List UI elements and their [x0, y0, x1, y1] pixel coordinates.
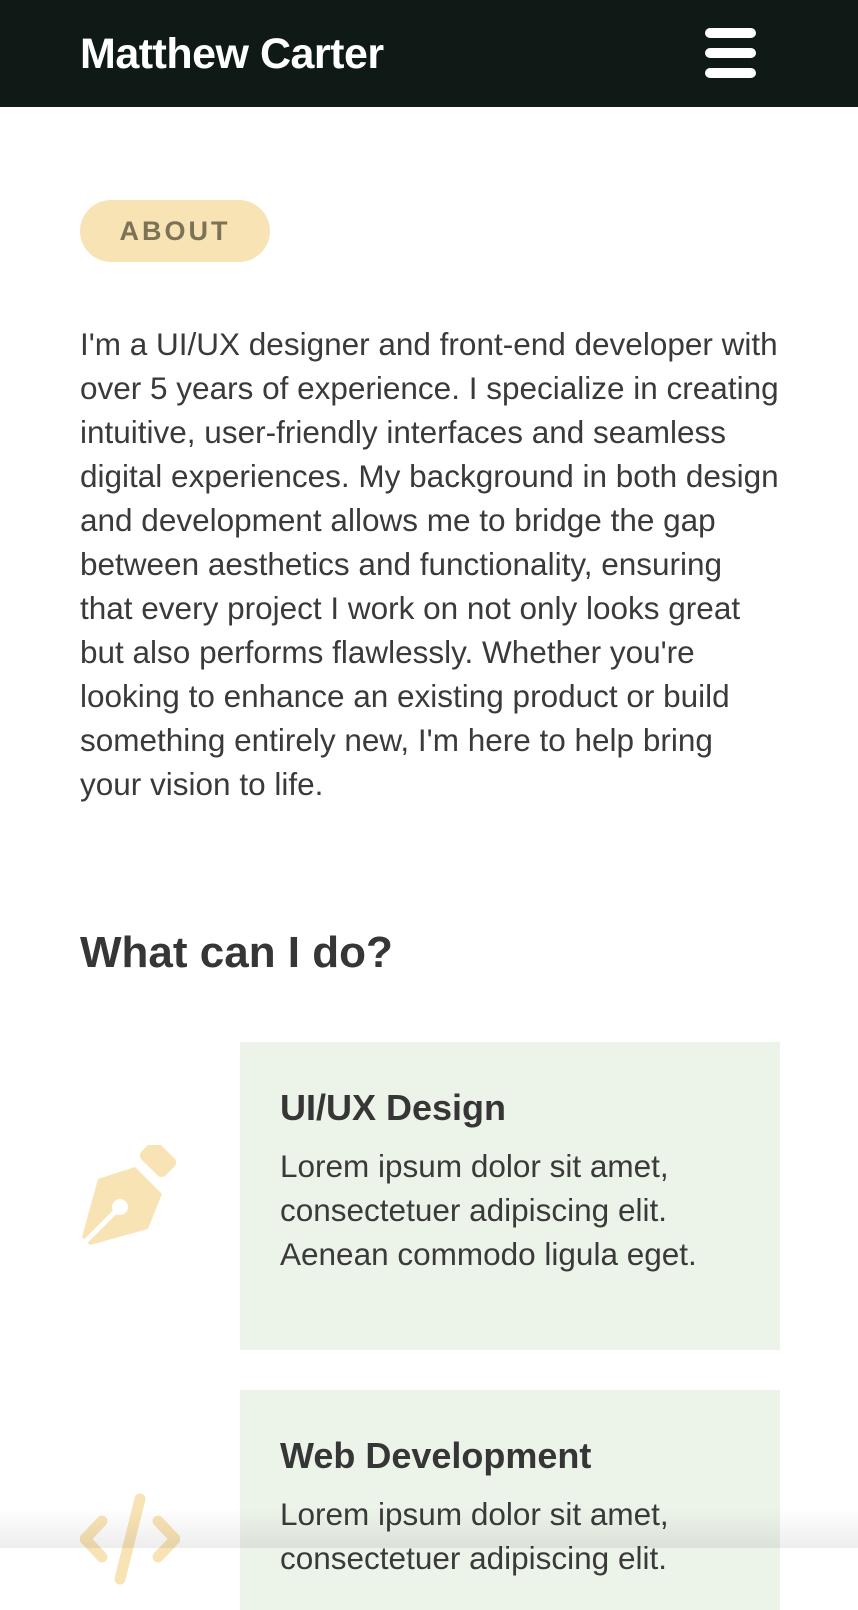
menu-bar — [705, 28, 756, 38]
service-title: UI/UX Design — [280, 1087, 507, 1128]
site-brand[interactable]: Matthew Carter — [80, 29, 384, 79]
service-card-uiux: UI/UX Design Lorem ipsum dolor sit amet,… — [240, 1042, 780, 1350]
services-title: What can I do? — [80, 928, 393, 977]
code-icon — [79, 1493, 181, 1593]
service-description: Lorem ipsum dolor sit amet, consectetuer… — [280, 1496, 669, 1576]
about-text: I'm a UI/UX designer and front-end devel… — [80, 326, 779, 802]
pen-nib-icon — [80, 1140, 180, 1245]
menu-bar — [705, 68, 756, 78]
hamburger-menu-icon[interactable] — [705, 28, 757, 80]
about-badge: ABOUT — [80, 200, 270, 262]
menu-bar — [705, 48, 756, 58]
top-bar: Matthew Carter — [0, 0, 858, 107]
service-description: Lorem ipsum dolor sit amet, consectetuer… — [280, 1148, 697, 1272]
service-card-webdev: Web Development Lorem ipsum dolor sit am… — [240, 1390, 780, 1610]
service-title: Web Development — [280, 1435, 592, 1476]
